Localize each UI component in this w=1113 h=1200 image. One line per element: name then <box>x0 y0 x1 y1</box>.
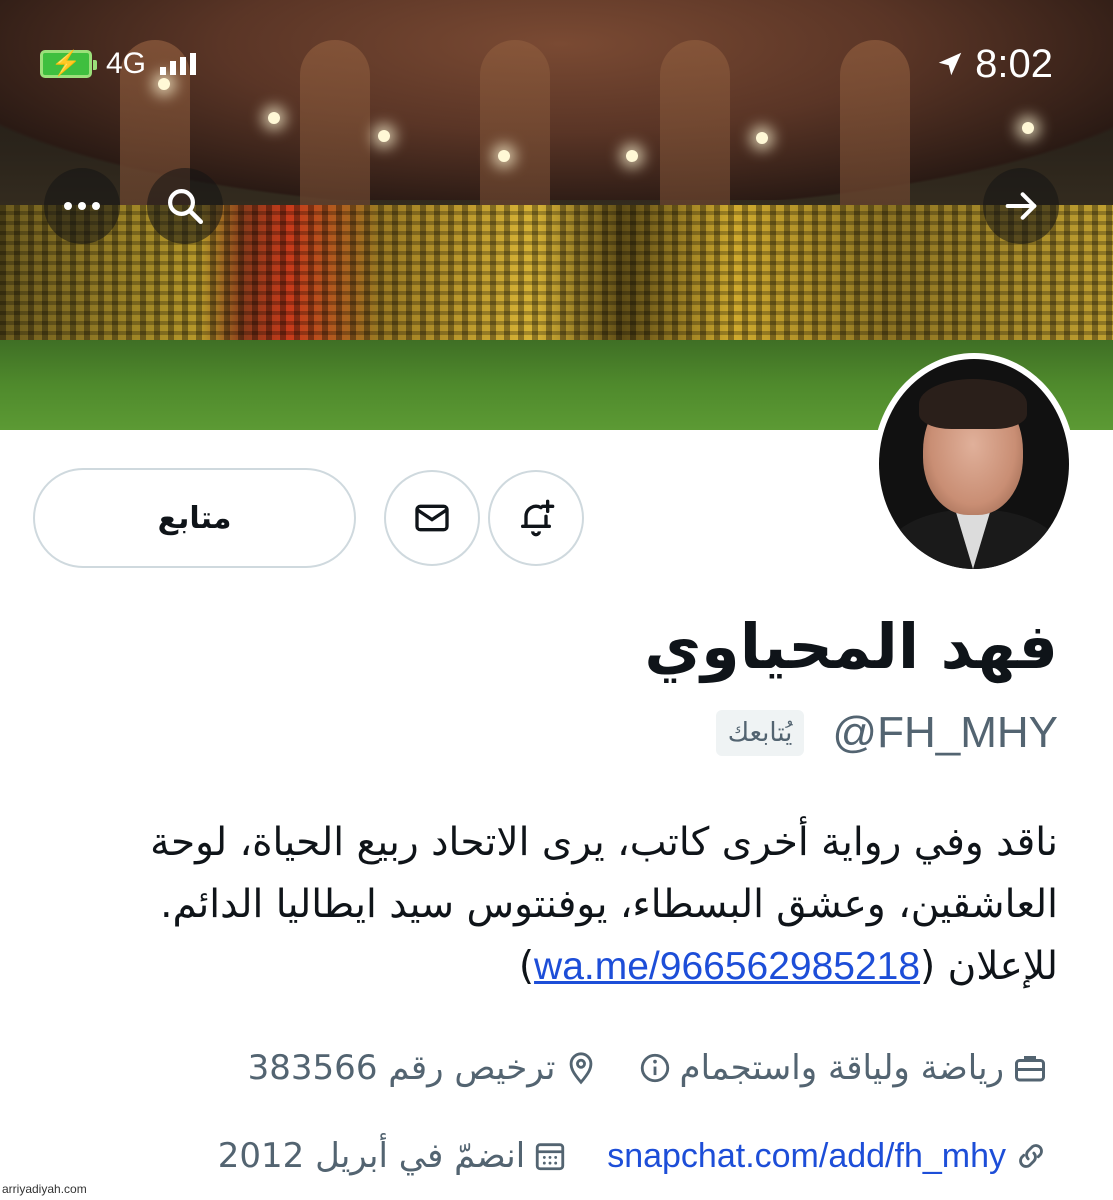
search-button[interactable] <box>147 168 223 244</box>
bio-line: ناقد وفي رواية أخرى كاتب، يرى الاتحاد رب… <box>150 820 1058 865</box>
briefcase-icon <box>1015 1056 1045 1082</box>
network-type: 4G <box>106 47 147 80</box>
profile-website[interactable]: snapchat.com/add/fh_mhy <box>607 1137 1048 1176</box>
message-button[interactable] <box>384 470 480 566</box>
avatar[interactable] <box>873 353 1075 575</box>
info-icon[interactable] <box>638 1051 672 1085</box>
category-text: رياضة ولياقة واستجمام <box>679 1048 1004 1088</box>
floodlight <box>756 132 768 144</box>
following-button-label: متابع <box>157 500 232 536</box>
profile-joined: انضمّ في أبريل 2012 <box>218 1136 567 1176</box>
floodlight <box>378 130 390 142</box>
bio-line: للإعلان (wa.me/966562985218) <box>518 944 1058 989</box>
website-link[interactable]: snapchat.com/add/fh_mhy <box>607 1137 1006 1176</box>
status-bar-left: ⚡ 4G <box>40 44 197 84</box>
status-time: 8:02 <box>975 41 1053 86</box>
profile-meta-row: رياضة ولياقة واستجمام ترخيص رقم 383566 <box>248 1048 1048 1088</box>
profile-location: ترخيص رقم 383566 <box>248 1048 598 1088</box>
handle-row: @FH_MHY يُتابعك <box>715 708 1058 758</box>
following-button[interactable]: متابع <box>33 468 356 568</box>
floodlight <box>498 150 510 162</box>
mail-icon <box>415 504 449 532</box>
profile-handle: @FH_MHY <box>832 708 1058 757</box>
profile-bio: ناقد وفي رواية أخرى كاتب، يرى الاتحاد رب… <box>58 812 1058 998</box>
follows-you-badge: يُتابعك <box>715 710 805 756</box>
avatar-photo <box>879 359 1069 569</box>
calendar-icon <box>536 1143 565 1171</box>
back-arrow-icon <box>1005 192 1037 220</box>
joined-text: انضمّ في أبريل 2012 <box>217 1136 526 1176</box>
location-pin-icon <box>569 1052 592 1085</box>
link-icon <box>1019 1144 1043 1168</box>
location-text: ترخيص رقم 383566 <box>247 1048 556 1088</box>
notification-bell-icon <box>521 499 555 537</box>
search-icon <box>168 189 204 225</box>
profile-category: رياضة ولياقة واستجمام <box>638 1048 1048 1088</box>
floodlight <box>626 150 638 162</box>
floodlight <box>1022 122 1034 134</box>
profile-name: فهد المحياوي <box>644 610 1058 683</box>
notifications-button[interactable] <box>488 470 584 566</box>
battery-charging-icon: ⚡ <box>40 50 97 78</box>
bio-link[interactable]: wa.me/966562985218 <box>534 945 920 988</box>
more-options-button[interactable] <box>44 168 120 244</box>
bio-line: العاشقين، وعشق البسطاء، يوفنتوس سيد ايطا… <box>160 882 1058 927</box>
location-arrow-icon <box>938 52 962 76</box>
signal-icon <box>160 53 197 75</box>
back-button[interactable] <box>983 168 1059 244</box>
floodlight <box>268 112 280 124</box>
profile-meta-row: snapchat.com/add/fh_mhy انضمّ في أبريل 2… <box>218 1136 1048 1176</box>
more-icon <box>64 202 100 210</box>
watermark: arriyadiyah.com <box>2 1182 87 1196</box>
bio-ad-label: للإعلان <box>947 944 1058 989</box>
status-bar-right: 8:02 <box>935 41 1053 86</box>
